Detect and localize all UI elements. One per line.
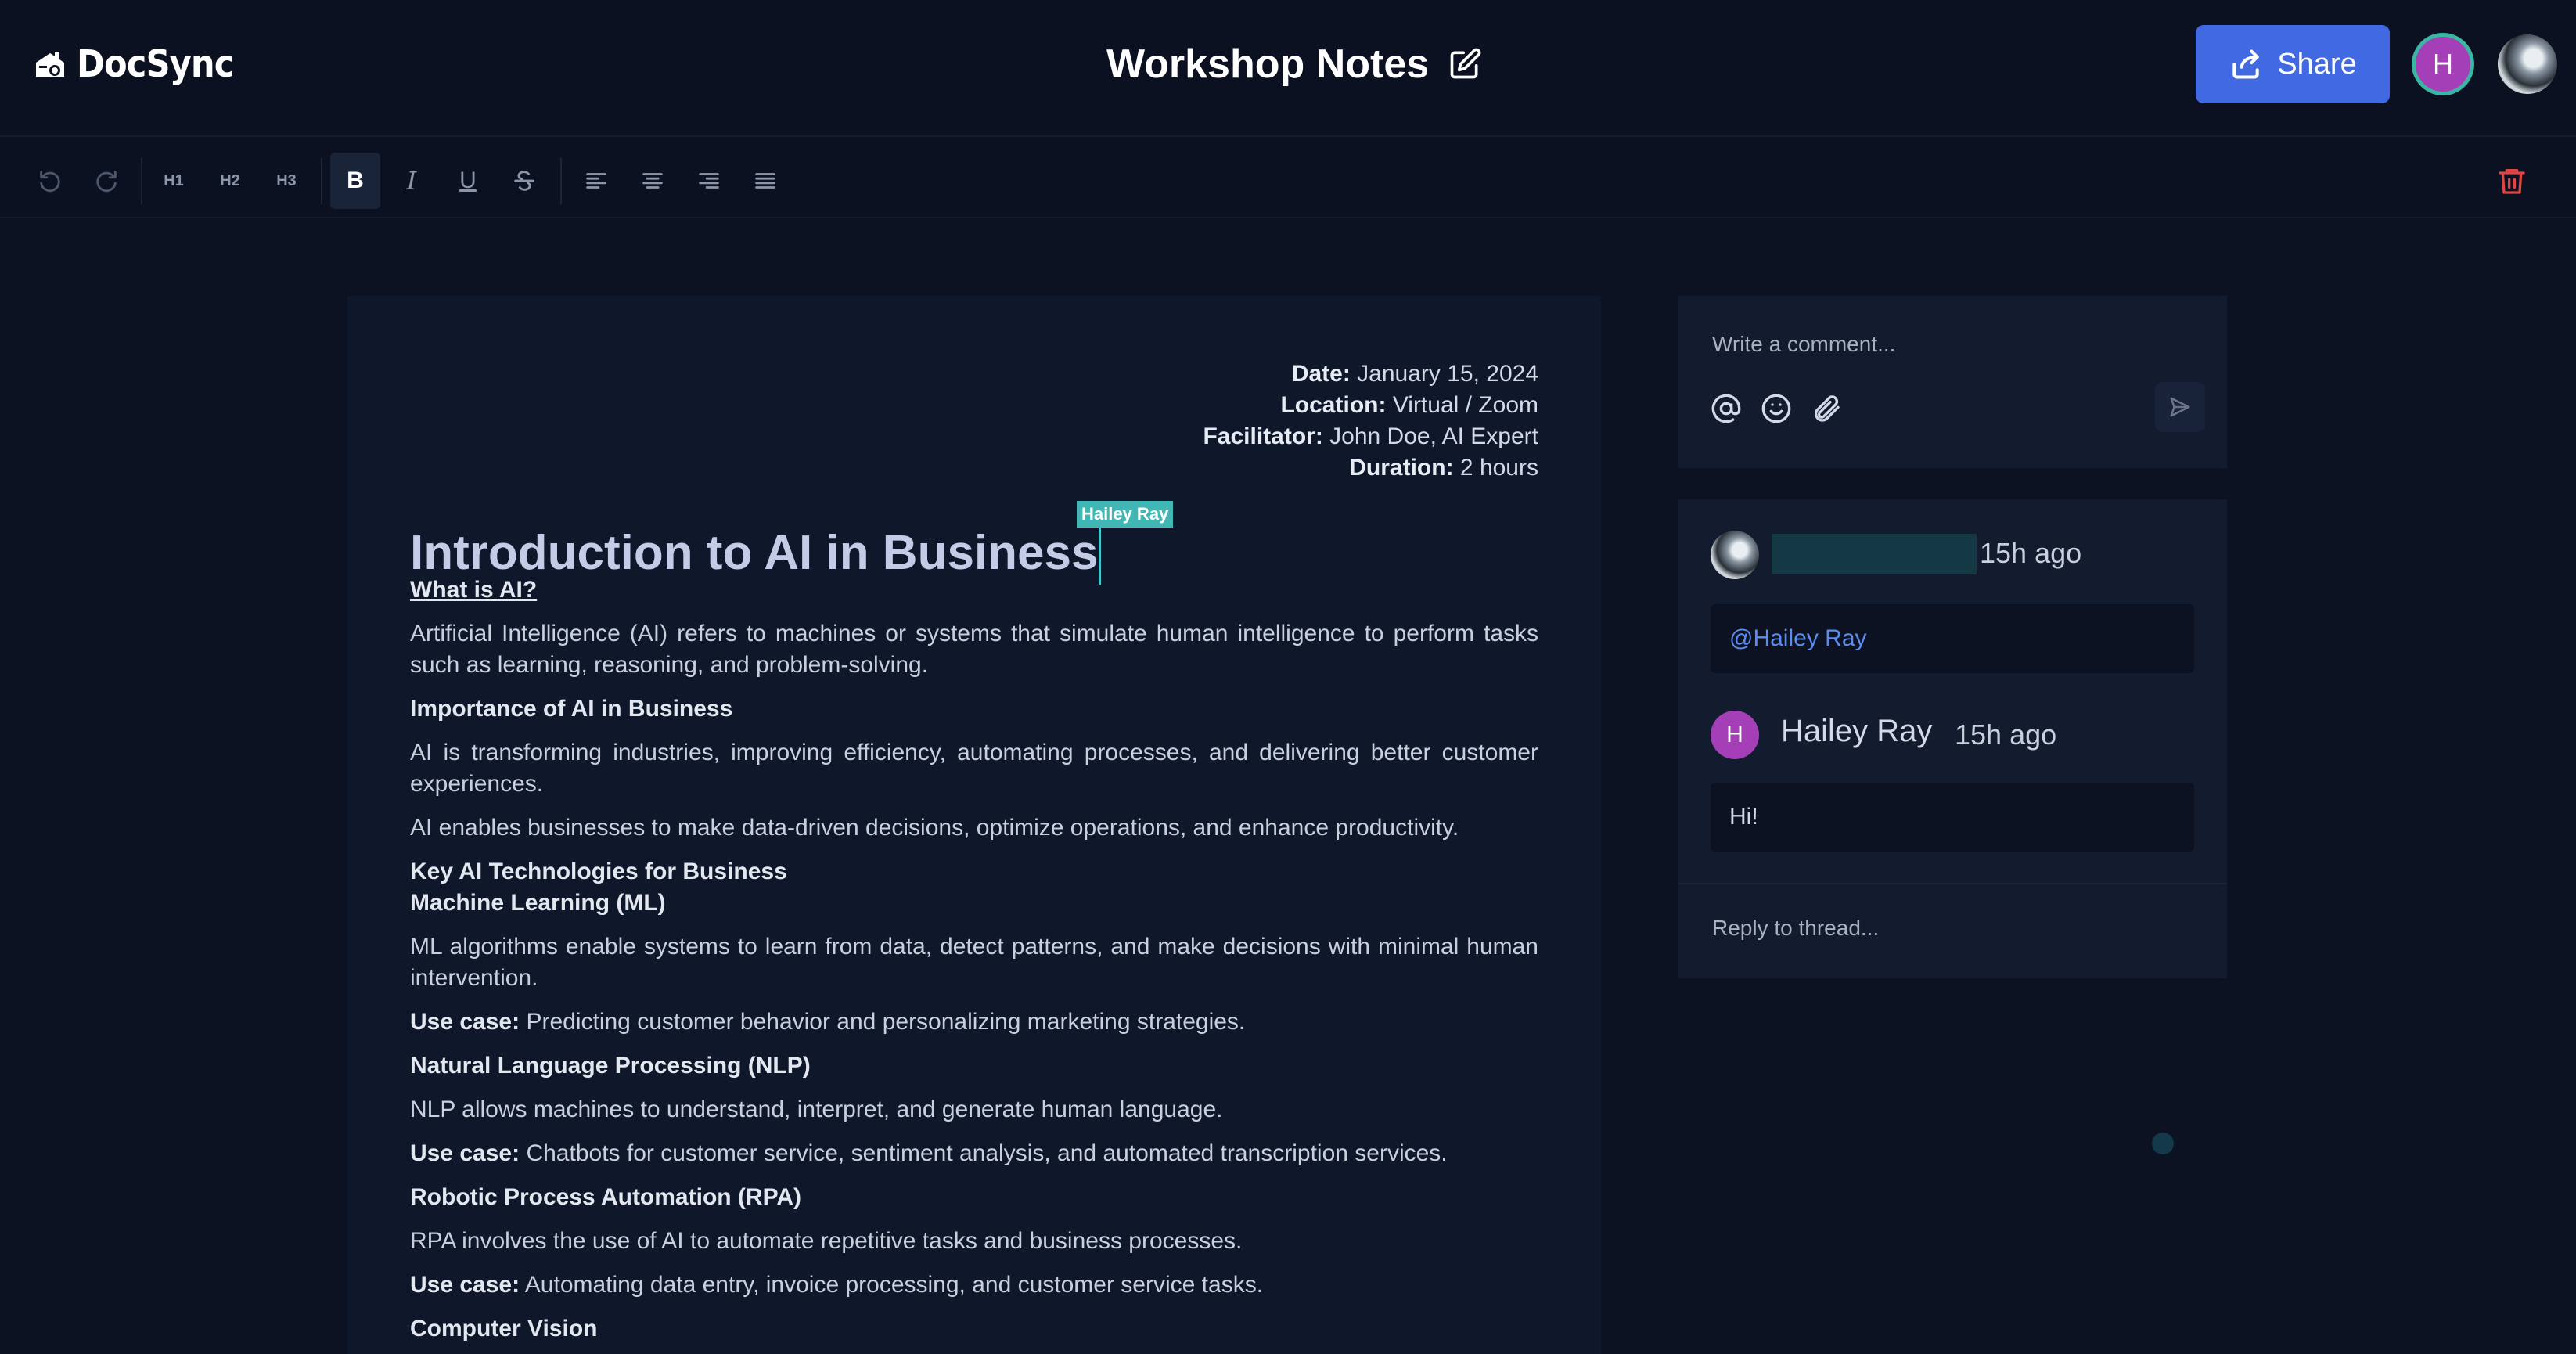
- heading-2-button[interactable]: H2: [205, 153, 255, 209]
- align-left-button[interactable]: [571, 153, 621, 209]
- use-case-line: Use case: Chatbots for customer service,…: [410, 1140, 1448, 1166]
- paragraph: RPA involves the use of AI to automate r…: [410, 1228, 1243, 1254]
- align-center-button[interactable]: [628, 153, 678, 209]
- app-name: DocSync: [77, 42, 234, 86]
- align-center-icon: [642, 173, 663, 189]
- redo-button[interactable]: [81, 153, 131, 209]
- comment-timestamp: 15h ago: [1980, 537, 2082, 569]
- mention-icon[interactable]: [1711, 393, 1742, 424]
- attach-icon[interactable]: [1811, 393, 1842, 424]
- align-right-icon: [699, 173, 719, 189]
- comment-thread: 15h ago @Hailey Ray H Hailey Ray 15h ago…: [1678, 499, 2227, 978]
- format-toolbar: H1 H2 H3 B I U: [0, 139, 2576, 218]
- meta-location: Location: Virtual / Zoom: [1280, 392, 1538, 418]
- document-heading[interactable]: Introduction to AI in Business: [410, 526, 1102, 585]
- collaborator-cursor-tag: Hailey Ray: [1077, 501, 1174, 528]
- underline-button[interactable]: U: [443, 153, 493, 209]
- share-label: Share: [2277, 47, 2357, 81]
- meta-date: Date: January 15, 2024: [1291, 361, 1538, 387]
- send-comment-button[interactable]: [2155, 382, 2205, 432]
- mention-link[interactable]: @Hailey Ray: [1729, 625, 1867, 652]
- align-justify-button[interactable]: [740, 153, 790, 209]
- commenter-name: Hailey Ray: [1781, 714, 1933, 748]
- heading-1-button[interactable]: H1: [149, 153, 199, 209]
- commenter-avatar: H: [1711, 711, 1759, 759]
- subsection-heading: Natural Language Processing (NLP): [410, 1053, 811, 1079]
- section-heading: Importance of AI in Business: [410, 696, 733, 722]
- delete-icon[interactable]: [2496, 164, 2527, 198]
- align-right-button[interactable]: [684, 153, 734, 209]
- text-cursor: [1099, 526, 1102, 585]
- use-case-line: Use case: Predicting customer behavior a…: [410, 1009, 1246, 1035]
- strikethrough-icon: [514, 171, 534, 191]
- subsection-heading: Computer Vision: [410, 1316, 598, 1341]
- commenter-avatar: [1711, 531, 1759, 579]
- logo-icon: [36, 52, 64, 77]
- comment-text: Hi!: [1729, 804, 1758, 830]
- share-button[interactable]: Share: [2196, 25, 2390, 103]
- redo-icon: [96, 171, 117, 193]
- comment-body: Hi!: [1711, 783, 2194, 852]
- edit-title-icon[interactable]: [1448, 47, 1482, 81]
- top-bar: DocSync Workshop Notes Share H: [0, 0, 2576, 137]
- subsection-heading: Robotic Process Automation (RPA): [410, 1184, 802, 1210]
- thread-divider: [1678, 883, 2227, 884]
- share-icon: [2232, 49, 2259, 79]
- user-avatar-initial[interactable]: H: [2412, 33, 2474, 95]
- bold-button[interactable]: B: [330, 153, 380, 209]
- document-editor[interactable]: Date: January 15, 2024 Location: Virtual…: [347, 296, 1601, 1354]
- align-left-icon: [586, 173, 606, 189]
- paragraph: AI enables businesses to make data-drive…: [410, 815, 1459, 841]
- meta-facilitator: Facilitator: John Doe, AI Expert: [1203, 423, 1538, 449]
- paragraph: Artificial Intelligence (AI) refers to m…: [410, 621, 1538, 678]
- meta-duration: Duration: 2 hours: [1349, 455, 1538, 481]
- align-justify-icon: [755, 173, 775, 189]
- section-heading: Key AI Technologies for Business: [410, 859, 787, 884]
- collaborator-presence-dot: [2152, 1133, 2174, 1154]
- heading-3-button[interactable]: H3: [261, 153, 311, 209]
- commenter-name-redacted: [1772, 534, 1977, 574]
- doc-title[interactable]: Workshop Notes: [1106, 41, 1429, 88]
- document-meta: Date: January 15, 2024 Location: Virtual…: [1203, 358, 1538, 484]
- paragraph: AI is transforming industries, improving…: [410, 740, 1538, 797]
- comment-composer: Write a comment...: [1678, 296, 2227, 468]
- user-avatar-photo[interactable]: [2498, 34, 2557, 94]
- subsection-heading: Machine Learning (ML): [410, 890, 666, 916]
- italic-button[interactable]: I: [387, 153, 437, 209]
- app-logo[interactable]: DocSync: [31, 41, 251, 88]
- send-icon: [2170, 397, 2190, 417]
- strikethrough-button[interactable]: [499, 153, 549, 209]
- use-case-line: Use case: Automating data entry, invoice…: [410, 1272, 1264, 1298]
- reply-input[interactable]: Reply to thread...: [1712, 916, 1879, 941]
- comment-body: @Hailey Ray: [1711, 604, 2194, 673]
- comment-input[interactable]: Write a comment...: [1712, 332, 1895, 357]
- doc-title-group: Workshop Notes: [1106, 39, 1482, 89]
- document-content[interactable]: Introduction to AI in Business What is A…: [410, 526, 1538, 1345]
- toolbar-divider: [141, 157, 142, 204]
- toolbar-divider: [321, 157, 322, 204]
- undo-button[interactable]: [25, 153, 75, 209]
- undo-icon: [40, 171, 60, 193]
- emoji-icon[interactable]: [1761, 393, 1792, 424]
- comment-timestamp: 15h ago: [1955, 718, 2057, 751]
- paragraph: ML algorithms enable systems to learn fr…: [410, 934, 1538, 991]
- toolbar-divider: [560, 157, 562, 204]
- paragraph: NLP allows machines to understand, inter…: [410, 1097, 1223, 1122]
